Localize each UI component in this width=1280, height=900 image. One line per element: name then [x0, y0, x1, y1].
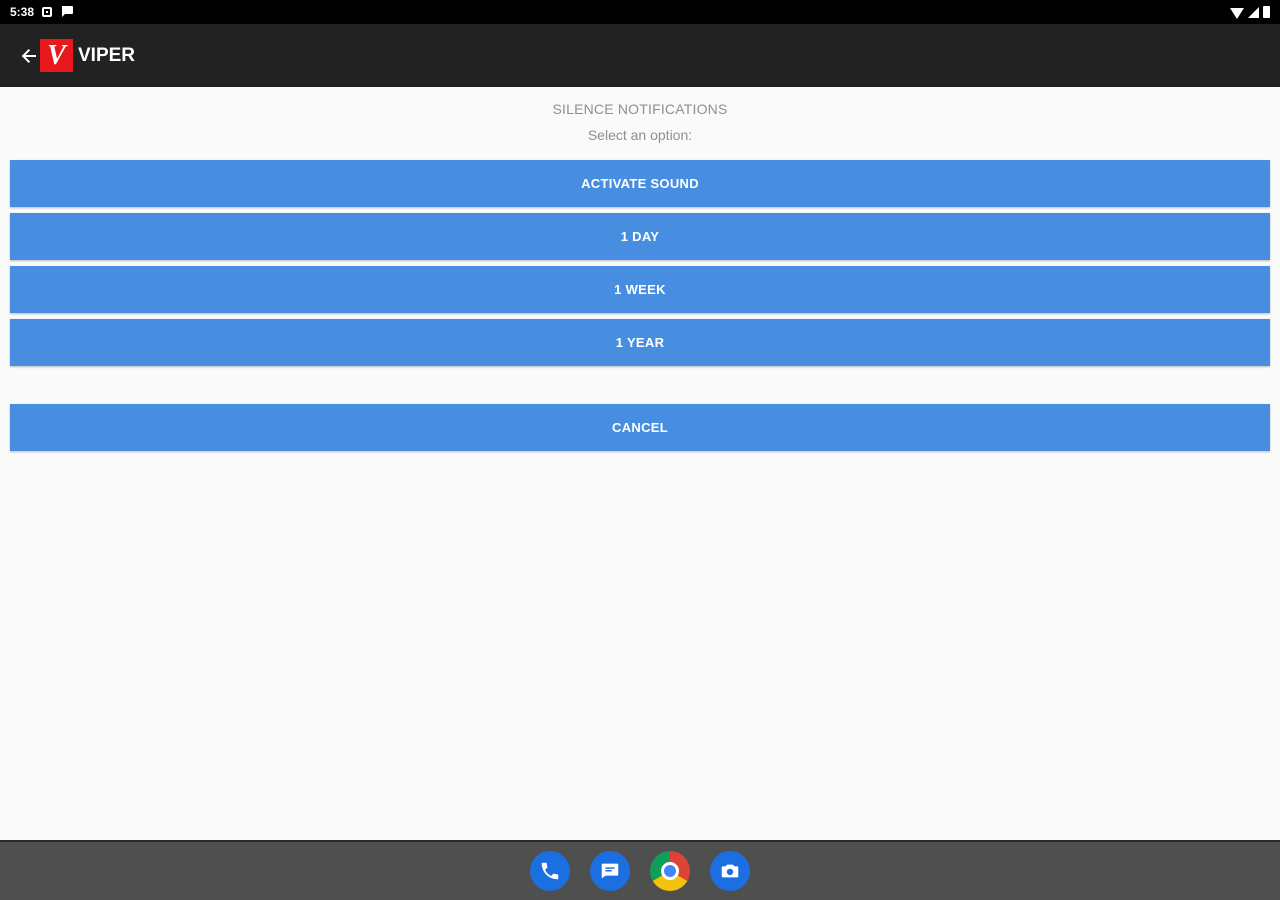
app-title: VIPER	[78, 44, 136, 66]
chrome-center	[661, 862, 679, 880]
status-time: 5:38	[10, 5, 35, 19]
silence-1-day-button[interactable]: 1 DAY	[10, 213, 1270, 260]
dialog-subtitle: Select an option:	[587, 127, 693, 143]
silence-dialog: SILENCE NOTIFICATIONS Select an option: …	[0, 87, 1280, 840]
app-bar: V VIPER	[0, 24, 1280, 87]
status-left: 5:38	[10, 5, 74, 20]
notification-square-icon	[42, 7, 53, 17]
wifi-icon	[1230, 7, 1244, 19]
status-bar: 5:38	[0, 0, 1280, 24]
silence-1-year-button[interactable]: 1 YEAR	[10, 319, 1270, 366]
cancel-button[interactable]: CANCEL	[10, 404, 1270, 451]
dock-bar	[0, 840, 1280, 900]
phone-icon[interactable]	[530, 851, 570, 891]
status-right	[1230, 6, 1270, 19]
messages-icon[interactable]	[590, 851, 630, 891]
dialog-title: SILENCE NOTIFICATIONS	[552, 101, 728, 117]
arrow-left-icon[interactable]	[18, 45, 40, 67]
signal-icon	[1248, 6, 1259, 18]
battery-icon	[1263, 6, 1270, 18]
silence-1-week-button[interactable]: 1 WEEK	[10, 266, 1270, 313]
notification-chat-icon	[60, 5, 74, 20]
activate-sound-button[interactable]: ACTIVATE SOUND	[10, 160, 1270, 207]
viper-logo: V	[40, 39, 73, 72]
logo-letter: V	[47, 39, 66, 71]
chrome-icon[interactable]	[650, 851, 690, 891]
camera-icon[interactable]	[710, 851, 750, 891]
